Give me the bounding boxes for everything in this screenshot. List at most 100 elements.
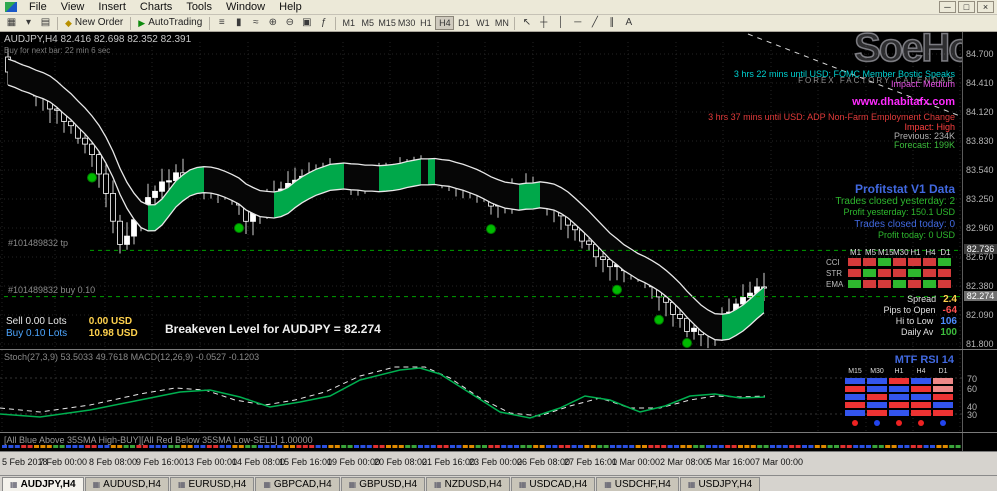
cursor-icon[interactable]: ↖ <box>518 16 535 31</box>
matrix-header: M30 <box>893 248 908 257</box>
stoch-scale-label: 30 <box>967 410 977 420</box>
autotrading-button[interactable]: ▶AutoTrading <box>134 16 206 31</box>
tab-audusdh4[interactable]: ▦AUDUSD,H4 <box>85 477 169 491</box>
rsi-cell <box>911 394 931 400</box>
new-order-icon: ◆ <box>65 16 72 30</box>
timeframe-d1[interactable]: D1 <box>454 16 473 30</box>
matrix-cell <box>878 258 891 266</box>
tab-nzdusdh4[interactable]: ▦NZDUSD,H4 <box>426 477 510 491</box>
channel-icon[interactable]: ∥ <box>603 16 620 31</box>
time-axis[interactable]: 5 Feb 20187 Feb 00:008 Feb 08:009 Feb 16… <box>0 452 997 475</box>
crosshair-icon[interactable]: ┼ <box>535 16 552 31</box>
rsi-cell <box>933 394 953 400</box>
stat-row: Pips to Open-64 <box>884 305 957 316</box>
rsi-cell <box>867 402 887 408</box>
matrix-cell <box>893 269 906 277</box>
timeframe-w1[interactable]: W1 <box>473 16 492 30</box>
time-axis-label: 19 Feb 00:00 <box>327 457 380 467</box>
matrix-cell <box>848 269 861 277</box>
chart-tab-icon: ▦ <box>263 480 271 489</box>
chart-tab-icon: ▦ <box>93 480 101 489</box>
new-order-button[interactable]: ◆New Order <box>61 16 127 31</box>
price-axis-label: 84.120 <box>966 107 994 117</box>
time-axis-label: 21 Feb 16:00 <box>422 457 475 467</box>
new-chart-icon[interactable]: ▦ <box>3 16 20 31</box>
line-chart-icon[interactable]: ≈ <box>247 16 264 31</box>
sma-signal-strip: [All Blue Above 35SMA High-BUY][All Red … <box>0 433 962 451</box>
templates-icon[interactable]: ▣ <box>298 16 315 31</box>
matrix-header: H1 <box>908 248 923 257</box>
price-axis[interactable]: 82.736 82.274 84.70084.41084.12083.83083… <box>962 32 997 349</box>
price-axis-label: 82.670 <box>966 252 994 262</box>
menu-tools[interactable]: Tools <box>179 1 219 13</box>
menu-file[interactable]: File <box>22 1 54 13</box>
tab-audjpyh4[interactable]: ▦AUDJPY,H4 <box>2 477 84 491</box>
rsi-header: M30 <box>867 368 887 375</box>
timeframe-m5[interactable]: M5 <box>358 16 377 30</box>
price-axis-label: 83.540 <box>966 165 994 175</box>
price-axis-label: 84.410 <box>966 78 994 88</box>
matrix-cell <box>923 258 936 266</box>
tab-gbpusdh4[interactable]: ▦GBPUSD,H4 <box>341 477 425 491</box>
timeframe-m15[interactable]: M15 <box>377 16 397 30</box>
tab-gbpcadh4[interactable]: ▦GBPCAD,H4 <box>255 477 339 491</box>
trendline-icon[interactable]: ╱ <box>586 16 603 31</box>
timeframe-h1[interactable]: H1 <box>416 16 435 30</box>
signal-strip-label: [All Blue Above 35SMA High-BUY][All Red … <box>4 435 313 445</box>
profitstat-line: Trades closed today: 0 <box>854 219 955 230</box>
horizontal-line-icon[interactable]: ─ <box>569 16 586 31</box>
profitstat-line: Profit yesterday: 150.1 USD <box>843 207 955 217</box>
stat-value: -64 <box>943 305 957 316</box>
news-line: www.dhabitafx.com <box>852 96 955 108</box>
tab-usdchfh4[interactable]: ▦USDCHF,H4 <box>596 477 679 491</box>
menu-help[interactable]: Help <box>272 1 309 13</box>
time-axis-label: 14 Feb 08:00 <box>232 457 285 467</box>
buy-order-label: #101489832 buy 0.10 <box>8 285 95 295</box>
tab-usdjpyh4[interactable]: ▦USDJPY,H4 <box>680 477 760 491</box>
zoom-in-icon[interactable]: ⊕ <box>264 16 281 31</box>
timeframe-m1[interactable]: M1 <box>339 16 358 30</box>
rsi-header: D1 <box>933 368 953 375</box>
tab-eurusdh4[interactable]: ▦EURUSD,H4 <box>170 477 254 491</box>
matrix-header: M1 <box>848 248 863 257</box>
time-axis-label: 5 Mar 16:00 <box>707 457 755 467</box>
timeframe-mn[interactable]: MN <box>492 16 511 30</box>
text-label-icon[interactable]: A <box>620 16 637 31</box>
candlestick-chart-icon[interactable]: ▮ <box>230 16 247 31</box>
rsi-cell <box>845 378 865 384</box>
vertical-line-icon[interactable]: │ <box>552 16 569 31</box>
bar-chart-icon[interactable]: ≡ <box>213 16 230 31</box>
indicators-icon[interactable]: ƒ <box>315 16 332 31</box>
matrix-cell <box>863 258 876 266</box>
minimize-button[interactable]: ─ <box>939 1 956 13</box>
sell-lots-label: Sell 0.00 Lots <box>6 316 86 327</box>
timeframe-h4[interactable]: H4 <box>435 16 454 30</box>
stat-label: Spread <box>907 294 936 304</box>
close-button[interactable]: × <box>977 1 994 13</box>
tab-usdcadh4[interactable]: ▦USDCAD,H4 <box>511 477 595 491</box>
next-bar-timer: Buy for next bar: 22 min 6 sec <box>4 46 110 55</box>
stat-row: Spread2.4 <box>907 294 957 305</box>
rsi-cell <box>867 386 887 392</box>
zoom-out-icon[interactable]: ⊖ <box>281 16 298 31</box>
chart-tab-icon: ▦ <box>10 480 18 489</box>
menu-view[interactable]: View <box>54 1 92 13</box>
matrix-header: H4 <box>923 248 938 257</box>
time-axis-label: 26 Feb 08:00 <box>517 457 570 467</box>
stochastic-subwindow[interactable]: Stoch(27,3,9) 53.5033 49.7618 MACD(12,26… <box>0 350 962 432</box>
profiles-icon[interactable]: ▤ <box>37 16 54 31</box>
toolbar-separator <box>57 17 58 30</box>
timeframe-m30[interactable]: M30 <box>397 16 417 30</box>
chart-list-icon[interactable]: ▾ <box>20 16 37 31</box>
matrix-cell <box>893 258 906 266</box>
time-axis-label: 7 Feb 00:00 <box>39 457 87 467</box>
rsi-cell <box>933 410 953 416</box>
menu-charts[interactable]: Charts <box>133 1 179 13</box>
restore-button[interactable]: □ <box>958 1 975 13</box>
matrix-cell <box>938 280 951 288</box>
rsi-header: M15 <box>845 368 865 375</box>
matrix-row-label: CCI <box>826 258 840 267</box>
matrix-cell <box>848 280 861 288</box>
menu-window[interactable]: Window <box>219 1 272 13</box>
menu-insert[interactable]: Insert <box>91 1 133 13</box>
